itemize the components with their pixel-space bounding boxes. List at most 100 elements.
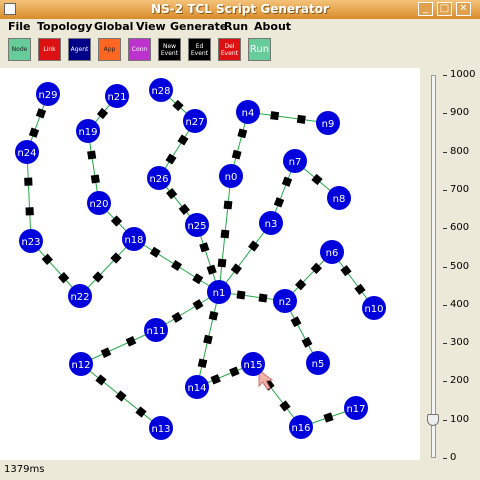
node-n2[interactable]: n2	[273, 289, 297, 313]
node-label: n0	[225, 172, 238, 183]
packet-icon	[281, 176, 293, 187]
node-n15[interactable]: n15	[241, 352, 265, 376]
conn-tool-button[interactable]: Conn	[128, 38, 151, 61]
node-n14[interactable]: n14	[185, 375, 209, 399]
topology-canvas[interactable]: n0 n1 n2 n3 n4 n5 n6 n7 n8 n9 n10 n11 n12 n13 n14 n15 n1…	[0, 68, 420, 460]
node-label: n8	[333, 194, 346, 205]
node-n19[interactable]: n19	[76, 119, 100, 143]
packet-icon	[340, 265, 352, 277]
node-label: n2	[279, 297, 292, 308]
slider-tick-mark	[443, 343, 447, 345]
node-label: n11	[146, 326, 165, 337]
node-n24[interactable]: n24	[15, 140, 39, 164]
node-label: n16	[291, 423, 310, 434]
packet-icon	[206, 264, 217, 275]
node-n20[interactable]: n20	[87, 191, 111, 215]
time-slider-track[interactable]	[431, 75, 436, 458]
run-button[interactable]: Run	[248, 38, 271, 61]
packet-icon	[354, 283, 366, 295]
menu-bar: File Topology Global View Generate Run A…	[0, 19, 480, 36]
toolbar: Node Link Agent App Conn New Event Ed Ev…	[0, 36, 480, 68]
packet-icon	[90, 174, 100, 184]
slider-tick-mark	[443, 304, 447, 306]
node-n17[interactable]: n17	[344, 396, 368, 420]
maximize-icon[interactable]: □	[437, 2, 452, 16]
link-n4-n9[interactable]	[247, 111, 329, 124]
node-n26[interactable]: n26	[147, 166, 171, 190]
node-n18[interactable]: n18	[122, 227, 146, 251]
node-n13[interactable]: n13	[149, 416, 173, 440]
edit-event-button[interactable]: Ed Event	[188, 38, 211, 61]
node-n28[interactable]: n28	[149, 78, 173, 102]
node-n5[interactable]: n5	[306, 351, 330, 375]
node-label: n23	[21, 237, 40, 248]
packet-icon	[197, 358, 208, 369]
node-n21[interactable]: n21	[105, 84, 129, 108]
node-n11[interactable]: n11	[144, 318, 168, 342]
node-label: n7	[289, 157, 302, 168]
node-n25[interactable]: n25	[185, 213, 209, 237]
node-n6[interactable]: n6	[320, 240, 344, 264]
minimize-icon[interactable]: _	[418, 2, 433, 16]
node-label: n19	[78, 127, 97, 138]
slider-tick-label: 700	[450, 183, 470, 195]
node-n10[interactable]: n10	[362, 296, 386, 320]
node-n12[interactable]: n12	[69, 352, 93, 376]
node-label: n3	[265, 219, 278, 230]
packet-icon	[96, 107, 109, 120]
slider-tick-mark	[443, 228, 447, 230]
packet-icon	[100, 347, 112, 358]
delete-event-button[interactable]: Del Event	[218, 38, 241, 61]
packet-icon	[170, 259, 183, 272]
node-n3[interactable]: n3	[259, 211, 283, 235]
title-bar: NS-2 TCL Script Generator _ □ ✕	[0, 0, 480, 20]
menu-about[interactable]: About	[254, 20, 291, 33]
link-tool-button[interactable]: Link	[38, 38, 61, 61]
sim-time-status: 1379ms	[4, 464, 45, 475]
close-icon[interactable]: ✕	[456, 2, 471, 16]
slider-tick-label: 300	[450, 337, 470, 349]
node-label: n13	[151, 424, 170, 435]
node-n22[interactable]: n22	[68, 284, 92, 308]
menu-file[interactable]: File	[8, 20, 31, 33]
node-n9[interactable]: n9	[316, 111, 340, 135]
slider-tick-mark	[443, 458, 447, 459]
link-n11-n12[interactable]	[80, 329, 157, 365]
menu-run[interactable]: Run	[224, 20, 248, 33]
slider-tick-label: 800	[450, 145, 470, 157]
app-tool-button[interactable]: App	[98, 38, 121, 61]
menu-generate[interactable]: Generate	[170, 20, 227, 33]
node-tool-button[interactable]: Node	[8, 38, 31, 61]
node-label: n25	[187, 221, 206, 232]
node-label: n6	[326, 248, 339, 259]
time-slider-thumb[interactable]	[427, 414, 439, 426]
node-n1[interactable]: n1	[207, 280, 231, 304]
menu-view[interactable]: View	[136, 20, 166, 33]
node-label: n5	[312, 359, 325, 370]
packet-icon	[149, 246, 161, 258]
node-label: n1	[213, 288, 226, 299]
node-n4[interactable]: n4	[236, 100, 260, 124]
menu-topology[interactable]: Topology	[37, 20, 92, 33]
new-event-button[interactable]: New Event	[158, 38, 181, 61]
link-n23-n24[interactable]	[26, 151, 32, 242]
node-n8[interactable]: n8	[327, 186, 351, 210]
packet-icon	[87, 150, 97, 160]
agent-tool-button[interactable]: Agent	[68, 38, 91, 61]
packet-icon	[35, 108, 47, 119]
node-n0[interactable]: n0	[219, 164, 243, 188]
packet-icon	[210, 374, 221, 385]
node-label: n22	[70, 292, 89, 303]
node-n7[interactable]: n7	[283, 149, 307, 173]
node-n23[interactable]: n23	[19, 229, 43, 253]
packet-icon	[301, 336, 313, 348]
packet-icon	[248, 240, 260, 252]
node-n16[interactable]: n16	[289, 415, 313, 439]
node-n29[interactable]: n29	[36, 82, 60, 106]
menu-global[interactable]: Global	[94, 20, 133, 33]
node-n27[interactable]: n27	[183, 109, 207, 133]
slider-tick-label: 1000	[450, 69, 476, 80]
packet-icon	[323, 412, 334, 423]
slider-tick-mark	[443, 113, 447, 115]
packet-icon	[25, 207, 34, 216]
